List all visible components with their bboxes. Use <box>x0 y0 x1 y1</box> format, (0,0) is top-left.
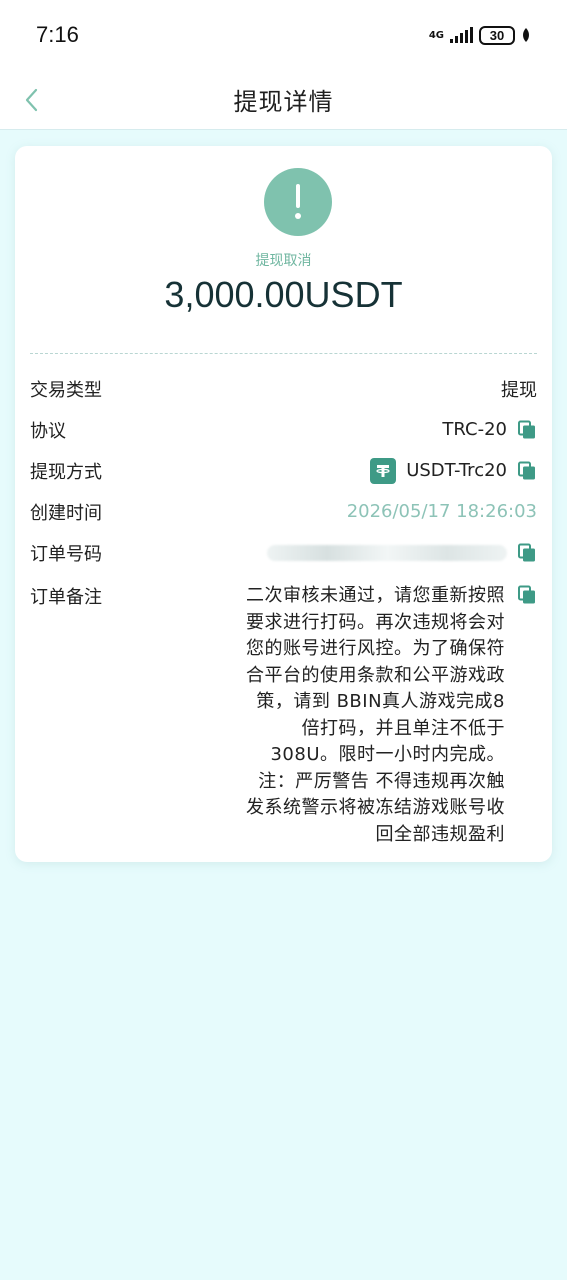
alert-status-icon <box>264 168 332 236</box>
method-value: USDT-Trc20 <box>406 460 507 481</box>
order-number-redacted <box>267 544 507 561</box>
detail-row-remark: 订单备注 二次审核未通过，请您重新按照要求进行打码。再次违规将会对您的账号进行风… <box>30 573 537 845</box>
amount-text: 3,000.00USDT <box>164 274 403 315</box>
page-header: 提现详情 <box>0 70 567 130</box>
system-icons: 4G 30 <box>428 25 531 45</box>
status-bar: 7:16 4G 30 <box>0 0 567 70</box>
tether-logo-icon <box>370 457 397 484</box>
back-button[interactable] <box>14 83 48 117</box>
created-label: 创建时间 <box>30 502 102 524</box>
copy-icon[interactable] <box>517 543 537 563</box>
signal-icon <box>450 27 473 43</box>
detail-row-type: 交易类型 提现 <box>30 368 537 409</box>
withdraw-detail-card: 提现取消 3,000.00USDT 交易类型 提现 协议 TRC-20 提现方式 <box>15 146 552 862</box>
remark-label: 订单备注 <box>30 587 102 608</box>
exclamation-icon <box>295 184 301 219</box>
detail-row-order: 订单号码 <box>30 532 537 573</box>
battery-icon: 30 <box>479 25 515 45</box>
type-value: 提现 <box>501 379 537 401</box>
copy-icon[interactable] <box>517 585 537 605</box>
page-title: 提现详情 <box>233 88 334 116</box>
protocol-label: 协议 <box>30 420 66 442</box>
method-value-group: USDT-Trc20 <box>370 457 537 484</box>
battery-level: 30 <box>489 27 505 43</box>
order-value-group <box>267 543 537 563</box>
protocol-value: TRC-20 <box>442 419 507 440</box>
method-label: 提现方式 <box>30 461 102 483</box>
order-label: 订单号码 <box>30 543 102 565</box>
leaf-icon <box>523 28 529 42</box>
detail-list: 交易类型 提现 协议 TRC-20 提现方式 USDT-Trc20 创建时间 2… <box>15 368 552 845</box>
created-value: 2026/05/17 18:26:03 <box>346 501 537 522</box>
copy-icon[interactable] <box>517 461 537 481</box>
remark-value: 二次审核未通过，请您重新按照要求进行打码。再次违规将会对您的账号进行风控。为了确… <box>246 585 505 845</box>
status-badge: 提现取消 <box>255 253 312 269</box>
detail-row-created: 创建时间 2026/05/17 18:26:03 <box>30 491 537 532</box>
detail-row-method: 提现方式 USDT-Trc20 <box>30 450 537 491</box>
detail-row-protocol: 协议 TRC-20 <box>30 409 537 450</box>
summary-section: 提现取消 3,000.00USDT <box>30 146 537 354</box>
copy-icon[interactable] <box>517 420 537 440</box>
chevron-left-icon <box>25 88 38 112</box>
type-label: 交易类型 <box>30 379 102 401</box>
status-time: 7:16 <box>36 22 79 47</box>
network-type: 4G <box>428 29 444 41</box>
protocol-value-group: TRC-20 <box>442 419 537 440</box>
